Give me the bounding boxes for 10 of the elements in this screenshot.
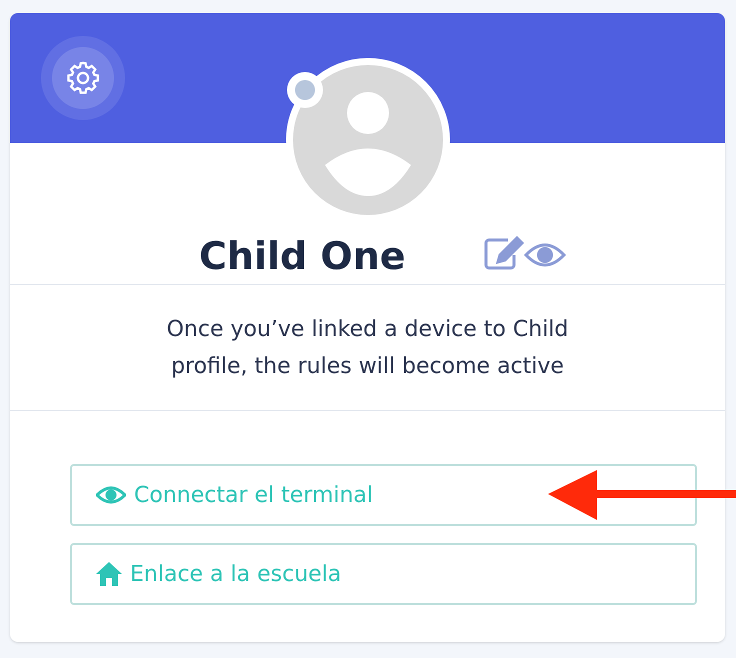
- home-icon: [96, 562, 122, 586]
- edit-icon[interactable]: [484, 236, 524, 270]
- profile-name: Child One: [199, 233, 406, 279]
- notice-text: Once you’ve linked a device to Child profile, the rules will become active: [166, 316, 570, 380]
- person-icon: [322, 92, 414, 196]
- settings-icon: [64, 59, 102, 97]
- eye-icon: [96, 485, 126, 505]
- action-button[interactable]: Enlace a la escuela: [70, 543, 697, 605]
- eye-icon[interactable]: [524, 241, 566, 269]
- action-button[interactable]: Connectar el terminal: [70, 464, 697, 526]
